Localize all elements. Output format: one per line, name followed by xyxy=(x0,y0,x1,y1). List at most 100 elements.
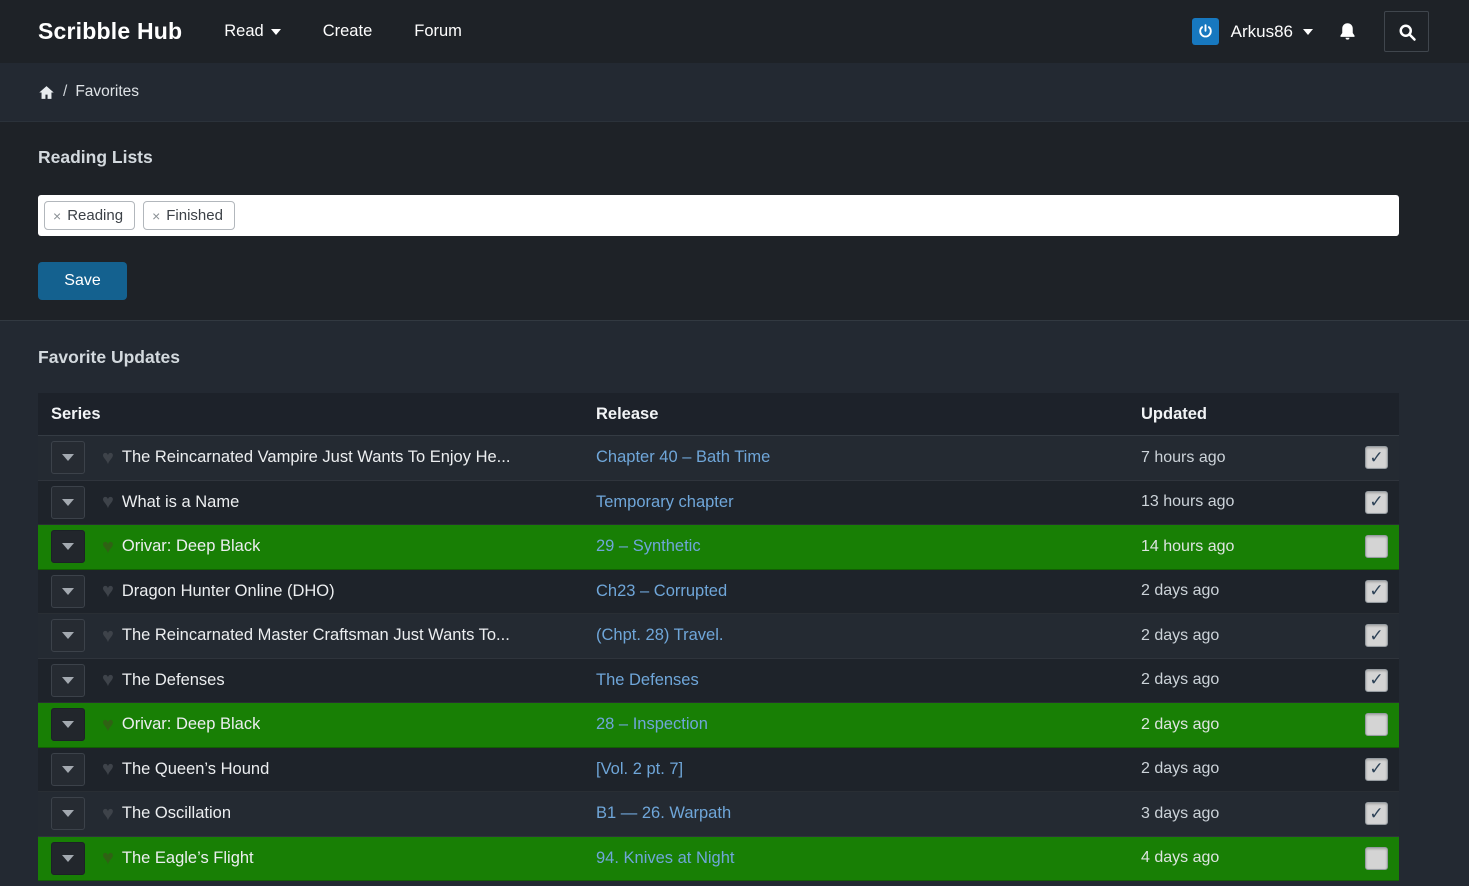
series-cell: ♥ The Oscillation xyxy=(38,797,596,830)
menu-item-read[interactable]: Read xyxy=(224,22,280,41)
remove-tag-icon[interactable]: × xyxy=(152,208,160,224)
search-button[interactable] xyxy=(1384,11,1429,52)
site-logo[interactable]: Scribble Hub xyxy=(38,18,182,45)
read-checkbox[interactable]: ✓ xyxy=(1365,580,1388,603)
series-title-link[interactable]: Orivar: Deep Black xyxy=(122,537,260,556)
release-link[interactable]: Chapter 40 – Bath Time xyxy=(596,448,770,466)
row-dropdown-button[interactable] xyxy=(51,708,85,741)
release-cell: 94. Knives at Night xyxy=(596,849,1141,868)
updated-timestamp: 3 days ago xyxy=(1141,805,1219,822)
series-title-link[interactable]: Orivar: Deep Black xyxy=(122,715,260,734)
remove-tag-icon[interactable]: × xyxy=(53,208,61,224)
row-dropdown-button[interactable] xyxy=(51,842,85,875)
row-dropdown-button[interactable] xyxy=(51,441,85,474)
series-title-link[interactable]: What is a Name xyxy=(122,493,239,512)
updated-timestamp: 2 days ago xyxy=(1141,582,1219,599)
checkmark-icon: ✓ xyxy=(1369,805,1383,822)
chevron-down-icon xyxy=(62,766,74,773)
release-cell: 29 – Synthetic xyxy=(596,537,1141,556)
release-link[interactable]: The Defenses xyxy=(596,671,699,689)
user-avatar[interactable] xyxy=(1192,18,1219,45)
row-dropdown-button[interactable] xyxy=(51,530,85,563)
user-menu-chevron-icon[interactable] xyxy=(1303,29,1313,35)
release-link[interactable]: 94. Knives at Night xyxy=(596,849,735,867)
breadcrumb: / Favorites xyxy=(0,63,1469,122)
chevron-down-icon xyxy=(271,29,281,35)
series-cell: ♥ The Eagle’s Flight xyxy=(38,842,596,875)
tag-label: Finished xyxy=(166,207,223,224)
notifications-button[interactable] xyxy=(1337,21,1358,43)
bell-icon xyxy=(1337,21,1358,43)
series-cell: ♥ The Reincarnated Master Craftsman Just… xyxy=(38,619,596,652)
reading-lists-input[interactable]: × Reading × Finished xyxy=(38,195,1399,236)
read-checkbox[interactable]: ✓ xyxy=(1365,713,1388,736)
row-dropdown-button[interactable] xyxy=(51,753,85,786)
heart-icon: ♥ xyxy=(102,581,114,601)
top-navbar: Scribble Hub Read Create Forum Arkus86 xyxy=(0,0,1469,63)
chevron-down-icon xyxy=(62,677,74,684)
series-title-link[interactable]: The Reincarnated Master Craftsman Just W… xyxy=(122,626,510,645)
updated-cell: 2 days ago xyxy=(1141,627,1365,645)
read-checkbox[interactable]: ✓ xyxy=(1365,491,1388,514)
release-cell: Chapter 40 – Bath Time xyxy=(596,448,1141,467)
save-button[interactable]: Save xyxy=(38,262,127,300)
series-title-link[interactable]: The Defenses xyxy=(122,671,225,690)
read-checkbox[interactable]: ✓ xyxy=(1365,669,1388,692)
release-link[interactable]: 29 – Synthetic xyxy=(596,537,701,555)
release-cell: Temporary chapter xyxy=(596,493,1141,512)
release-link[interactable]: [Vol. 2 pt. 7] xyxy=(596,760,683,778)
read-checkbox[interactable]: ✓ xyxy=(1365,847,1388,870)
updated-timestamp: 4 days ago xyxy=(1141,849,1219,866)
read-checkbox[interactable]: ✓ xyxy=(1365,446,1388,469)
updated-timestamp: 7 hours ago xyxy=(1141,449,1226,466)
checkmark-icon: ✓ xyxy=(1369,582,1383,599)
menu-item-forum[interactable]: Forum xyxy=(414,22,462,41)
breadcrumb-home-link[interactable] xyxy=(38,84,55,101)
release-cell: Ch23 – Corrupted xyxy=(596,582,1141,601)
release-cell: The Defenses xyxy=(596,671,1141,690)
column-header-updated: Updated xyxy=(1141,405,1365,424)
series-title-link[interactable]: The Queen’s Hound xyxy=(122,760,269,779)
series-cell: ♥ The Defenses xyxy=(38,664,596,697)
release-link[interactable]: B1 — 26. Warpath xyxy=(596,804,731,822)
release-link[interactable]: (Chpt. 28) Travel. xyxy=(596,626,723,644)
release-link[interactable]: Ch23 – Corrupted xyxy=(596,582,727,600)
series-title-link[interactable]: Dragon Hunter Online (DHO) xyxy=(122,582,335,601)
series-title-link[interactable]: The Eagle’s Flight xyxy=(122,849,254,868)
read-checkbox[interactable]: ✓ xyxy=(1365,624,1388,647)
username[interactable]: Arkus86 xyxy=(1231,22,1293,42)
read-checkbox[interactable]: ✓ xyxy=(1365,535,1388,558)
menu-item-create[interactable]: Create xyxy=(323,22,373,41)
chevron-down-icon xyxy=(62,588,74,595)
chevron-down-icon xyxy=(62,454,74,461)
series-cell: ♥ Orivar: Deep Black xyxy=(38,708,596,741)
read-checkbox[interactable]: ✓ xyxy=(1365,758,1388,781)
favorite-updates-table: Series Release Updated ♥ The Reincarnate… xyxy=(38,393,1399,881)
series-title-link[interactable]: The Oscillation xyxy=(122,804,231,823)
heart-icon: ♥ xyxy=(102,759,114,779)
reading-lists-heading: Reading Lists xyxy=(38,147,1431,168)
updated-timestamp: 2 days ago xyxy=(1141,627,1219,644)
updated-cell: 2 days ago xyxy=(1141,582,1365,600)
heart-icon: ♥ xyxy=(102,715,114,735)
chevron-down-icon xyxy=(62,499,74,506)
check-cell: ✓ xyxy=(1365,758,1399,781)
menu-item-read-label: Read xyxy=(224,22,263,41)
updated-timestamp: 2 days ago xyxy=(1141,760,1219,777)
release-cell: B1 — 26. Warpath xyxy=(596,804,1141,823)
list-tag-reading: × Reading xyxy=(44,201,135,230)
read-checkbox[interactable]: ✓ xyxy=(1365,802,1388,825)
series-title-link[interactable]: The Reincarnated Vampire Just Wants To E… xyxy=(122,448,511,467)
updated-cell: 2 days ago xyxy=(1141,671,1365,689)
release-link[interactable]: 28 – Inspection xyxy=(596,715,708,733)
row-dropdown-button[interactable] xyxy=(51,486,85,519)
row-dropdown-button[interactable] xyxy=(51,664,85,697)
row-dropdown-button[interactable] xyxy=(51,619,85,652)
updated-cell: 13 hours ago xyxy=(1141,493,1365,511)
table-header: Series Release Updated xyxy=(38,393,1399,436)
row-dropdown-button[interactable] xyxy=(51,575,85,608)
release-link[interactable]: Temporary chapter xyxy=(596,493,734,511)
favorite-updates-heading: Favorite Updates xyxy=(38,347,1431,368)
table-row: ♥ The Reincarnated Vampire Just Wants To… xyxy=(38,436,1399,481)
row-dropdown-button[interactable] xyxy=(51,797,85,830)
